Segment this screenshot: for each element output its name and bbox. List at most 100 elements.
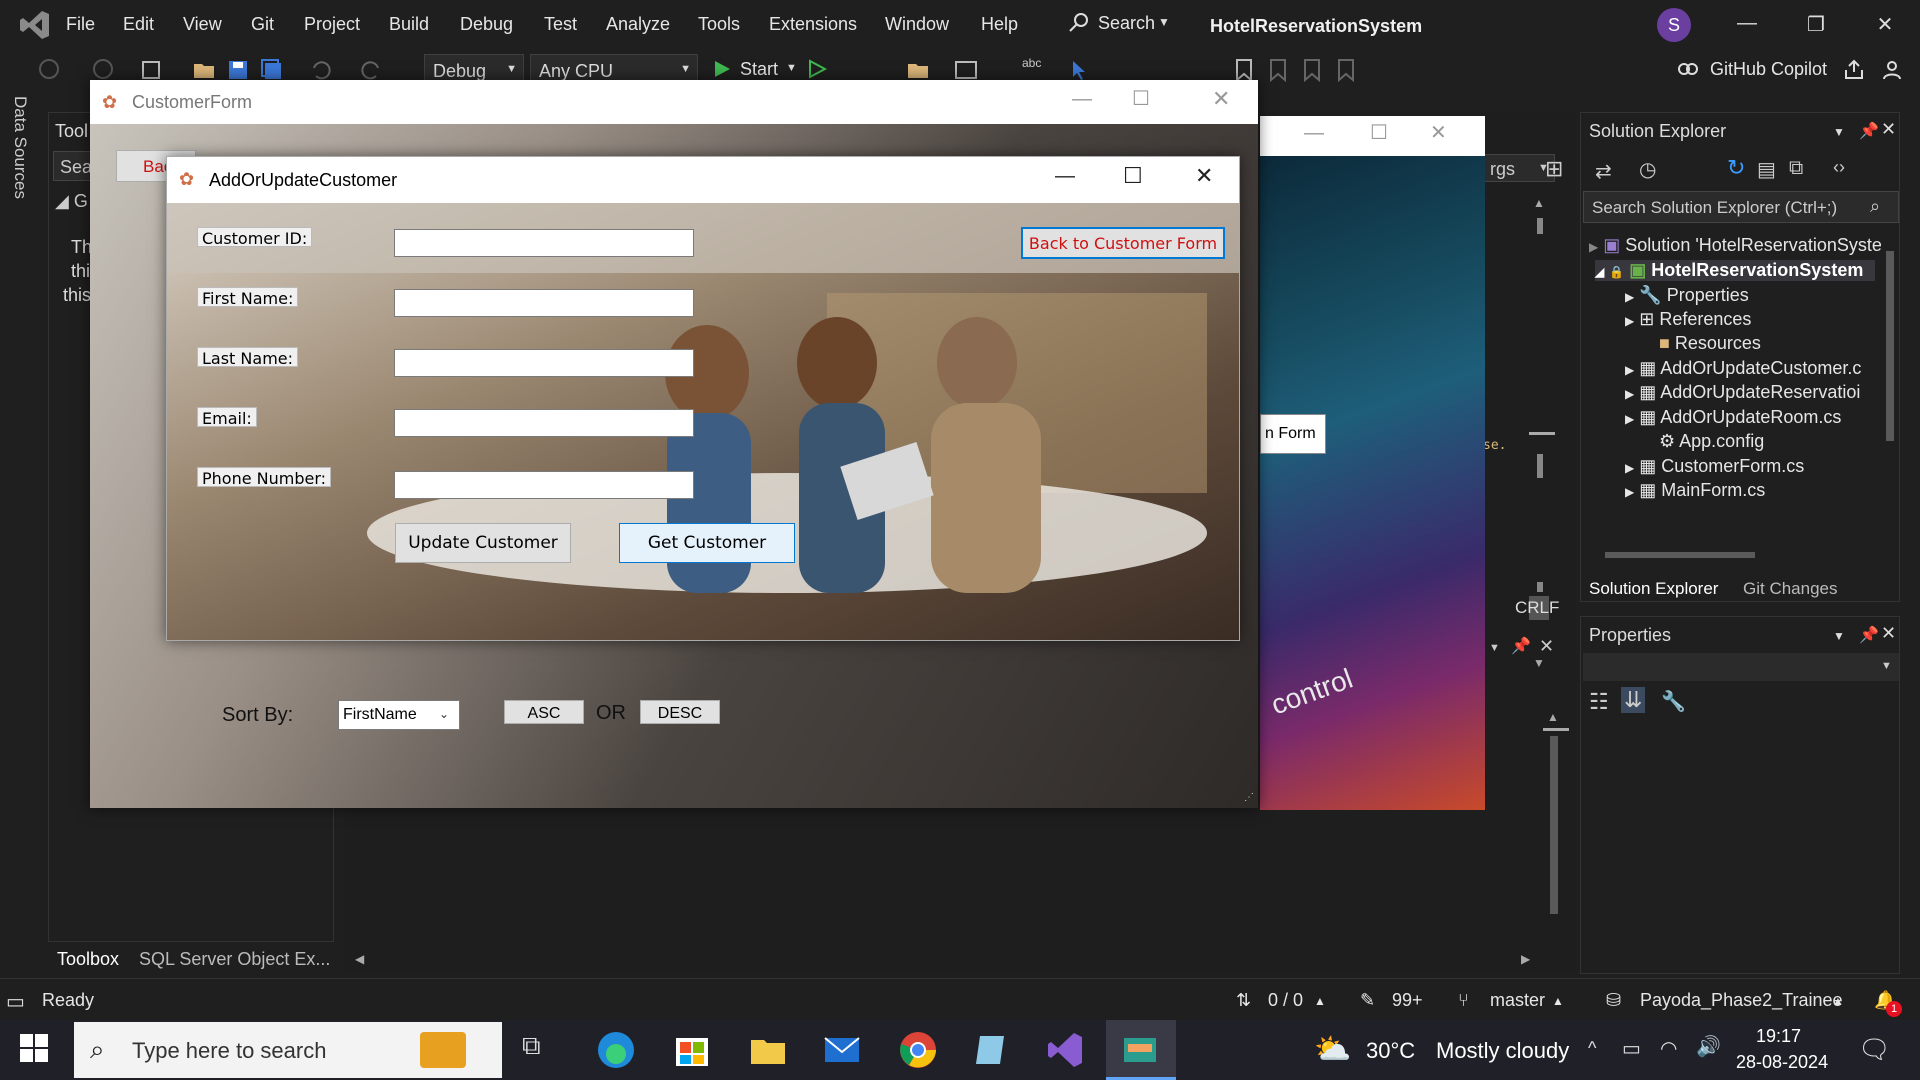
- save-icon[interactable]: [226, 58, 250, 82]
- menu-view[interactable]: View: [183, 14, 222, 35]
- sort-select[interactable]: FirstName ⌄: [338, 700, 460, 730]
- redo-icon[interactable]: [360, 58, 384, 82]
- weather-temp[interactable]: 30°C: [1366, 1038, 1415, 1064]
- close-button[interactable]: ✕: [1212, 86, 1230, 112]
- save-all-icon[interactable]: [260, 58, 284, 82]
- pin-icon[interactable]: 📌: [1511, 636, 1531, 656]
- sync-icon[interactable]: ⇄: [1595, 159, 1612, 184]
- editor-dropdown[interactable]: rgs ▼: [1475, 154, 1555, 182]
- tab-git-changes[interactable]: Git Changes: [1743, 579, 1838, 599]
- wifi-icon[interactable]: ◠: [1660, 1036, 1677, 1061]
- show-all-files-icon[interactable]: ⧉: [1789, 157, 1803, 180]
- tree-item-properties[interactable]: ▶ 🔧 Properties: [1625, 285, 1749, 306]
- notepad-icon[interactable]: [972, 1030, 1012, 1070]
- store-icon[interactable]: [672, 1030, 712, 1070]
- tree-item-resources[interactable]: ■ Resources: [1659, 333, 1761, 354]
- solution-hscrollbar[interactable]: [1585, 547, 1883, 563]
- feedback-icon[interactable]: [1880, 58, 1904, 82]
- menu-help[interactable]: Help: [981, 14, 1018, 35]
- windows-start-icon[interactable]: [20, 1034, 48, 1062]
- scroll-thumb[interactable]: [1550, 736, 1558, 914]
- tab-solution-explorer[interactable]: Solution Explorer: [1589, 579, 1718, 599]
- pin-icon[interactable]: 📌: [1859, 121, 1879, 141]
- search-menu[interactable]: Search ▼: [1066, 12, 1186, 38]
- github-copilot-button[interactable]: GitHub Copilot: [1676, 56, 1848, 84]
- task-view-icon[interactable]: ⧉: [522, 1030, 562, 1070]
- line-col-indicator[interactable]: 0 / 0: [1268, 990, 1303, 1011]
- clock-time[interactable]: 19:17: [1756, 1026, 1801, 1047]
- edge-icon[interactable]: [596, 1030, 636, 1070]
- file-explorer-icon[interactable]: [748, 1030, 788, 1070]
- customer-id-input[interactable]: [394, 229, 694, 257]
- tree-item-references[interactable]: ▶ ⊞ References: [1625, 309, 1751, 330]
- tree-item-file[interactable]: ▶ ▦ AddOrUpdateReservatioi: [1625, 382, 1860, 403]
- minimize-button[interactable]: —: [1055, 165, 1075, 188]
- menu-file[interactable]: File: [66, 14, 95, 35]
- tree-item-file[interactable]: ▶ ▦ AddOrUpdateRoom.cs: [1625, 407, 1841, 428]
- open-folder-icon[interactable]: [192, 58, 216, 82]
- bookmark-clear-icon[interactable]: [1336, 58, 1360, 82]
- code-view-icon[interactable]: ‹›: [1833, 157, 1845, 178]
- tree-item-file[interactable]: ▶ ▦ MainForm.cs: [1625, 480, 1765, 501]
- desc-button[interactable]: DESC: [640, 700, 720, 724]
- tree-item-file[interactable]: ▶ ▦ AddOrUpdateCustomer.c: [1625, 358, 1861, 379]
- menu-analyze[interactable]: Analyze: [606, 14, 670, 35]
- menu-test[interactable]: Test: [544, 14, 577, 35]
- spellcheck-icon[interactable]: abc: [1022, 56, 1046, 80]
- notification-center-icon[interactable]: 🗨: [1858, 1034, 1891, 1065]
- tree-item-file[interactable]: ⚙ App.config: [1659, 431, 1764, 452]
- tree-item-project[interactable]: ◢ 🔒 ▣ HotelReservationSystem: [1595, 260, 1876, 281]
- close-button[interactable]: ✕: [1870, 12, 1900, 38]
- chevron-down-icon[interactable]: ▼: [1833, 629, 1845, 643]
- volume-icon[interactable]: 🔊: [1696, 1034, 1721, 1059]
- menu-tools[interactable]: Tools: [698, 14, 740, 35]
- toolbox-group[interactable]: ◢ G: [55, 191, 88, 212]
- first-name-input[interactable]: [394, 289, 694, 317]
- menu-build[interactable]: Build: [389, 14, 429, 35]
- chevron-down-icon[interactable]: ▼: [1833, 125, 1845, 139]
- phone-number-input[interactable]: [394, 471, 694, 499]
- main-form-button[interactable]: n Form: [1260, 414, 1326, 454]
- editor-hscrollbar[interactable]: ◀ ▶: [355, 950, 1541, 970]
- taskbar-search[interactable]: ⌕ Type here to search: [74, 1022, 502, 1078]
- maximize-button[interactable]: ☐: [1370, 120, 1388, 145]
- weather-icon[interactable]: ⛅: [1314, 1032, 1351, 1067]
- close-icon[interactable]: ✕: [1881, 623, 1896, 644]
- get-customer-button[interactable]: Get Customer: [619, 523, 795, 563]
- categorized-icon[interactable]: ☷: [1589, 689, 1609, 715]
- object-selector[interactable]: ▼: [1583, 653, 1899, 681]
- share-icon[interactable]: [1842, 58, 1866, 82]
- new-project-icon[interactable]: [140, 58, 164, 82]
- repo-name[interactable]: Payoda_Phase2_Trainee: [1640, 990, 1842, 1011]
- close-button[interactable]: ✕: [1430, 120, 1447, 145]
- branch-name[interactable]: master: [1490, 990, 1545, 1011]
- pointer-icon[interactable]: [1068, 58, 1092, 82]
- chrome-icon[interactable]: [898, 1030, 938, 1070]
- minimize-button[interactable]: —: [1732, 12, 1762, 38]
- menu-window[interactable]: Window: [885, 14, 949, 35]
- collapse-all-icon[interactable]: ▤: [1757, 157, 1776, 182]
- bookmark-prev-icon[interactable]: [1268, 58, 1292, 82]
- minimize-button[interactable]: —: [1072, 88, 1092, 111]
- forward-icon[interactable]: [92, 58, 116, 82]
- scroll-thumb[interactable]: [1537, 218, 1543, 234]
- tree-item-file[interactable]: ▶ ▦ CustomerForm.cs: [1625, 456, 1804, 477]
- start-without-debug-icon[interactable]: [806, 58, 830, 82]
- running-app-button[interactable]: [1106, 1020, 1176, 1080]
- wrench-icon[interactable]: 🔧: [1661, 689, 1686, 714]
- visual-studio-icon[interactable]: [1046, 1030, 1086, 1070]
- pin-icon[interactable]: 📌: [1859, 625, 1879, 645]
- maximize-button[interactable]: ☐: [1132, 86, 1150, 111]
- update-customer-button[interactable]: Update Customer: [395, 523, 571, 563]
- browse-icon[interactable]: [906, 58, 930, 82]
- menu-extensions[interactable]: Extensions: [769, 14, 857, 35]
- close-button[interactable]: ✕: [1195, 163, 1213, 189]
- scroll-thumb[interactable]: [1886, 251, 1894, 441]
- solution-vscrollbar[interactable]: [1883, 231, 1897, 553]
- undo-icon[interactable]: [308, 58, 332, 82]
- menu-project[interactable]: Project: [304, 14, 360, 35]
- chevron-up-icon[interactable]: ^: [1588, 1038, 1596, 1059]
- tab-toolbox[interactable]: Toolbox: [57, 949, 119, 970]
- menu-git[interactable]: Git: [251, 14, 274, 35]
- chevron-up-icon[interactable]: ▲: [1314, 994, 1326, 1008]
